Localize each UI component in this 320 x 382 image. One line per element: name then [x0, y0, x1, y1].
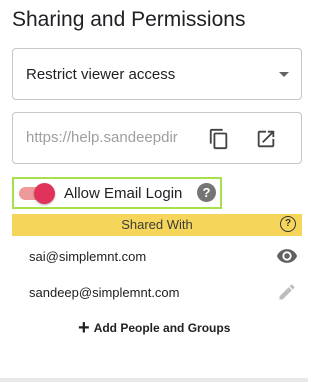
user-email: sai@simplemnt.com — [29, 248, 147, 264]
page-title: Sharing and Permissions — [12, 8, 246, 31]
open-in-new-icon[interactable] — [253, 126, 279, 152]
switch-thumb — [34, 183, 55, 204]
help-icon[interactable]: ? — [197, 183, 216, 202]
chevron-down-icon — [279, 72, 289, 77]
divider — [0, 378, 308, 382]
email-login-toggle-row: Allow Email Login ? — [12, 177, 222, 209]
pencil-icon[interactable] — [276, 281, 298, 303]
list-item: sandeep@simplemnt.com — [12, 274, 302, 310]
share-url-input[interactable] — [26, 129, 204, 146]
copy-icon[interactable] — [206, 126, 232, 152]
eye-icon[interactable] — [276, 245, 298, 267]
add-people-label: Add People and Groups — [93, 321, 231, 335]
plus-icon: + — [78, 317, 90, 339]
add-people-button[interactable]: + Add People and Groups — [78, 316, 230, 340]
user-email: sandeep@simplemnt.com — [29, 284, 180, 300]
help-icon[interactable]: ? — [280, 216, 296, 232]
access-select-value: Restrict viewer access — [26, 65, 176, 83]
access-select[interactable]: Restrict viewer access — [12, 48, 302, 100]
shared-with-title: Shared With — [121, 217, 193, 232]
share-url-field[interactable] — [12, 112, 302, 164]
email-login-label: Allow Email Login — [64, 184, 183, 202]
email-login-switch[interactable] — [16, 181, 56, 205]
list-item: sai@simplemnt.com — [12, 238, 302, 274]
shared-with-header: Shared With ? — [12, 214, 302, 236]
